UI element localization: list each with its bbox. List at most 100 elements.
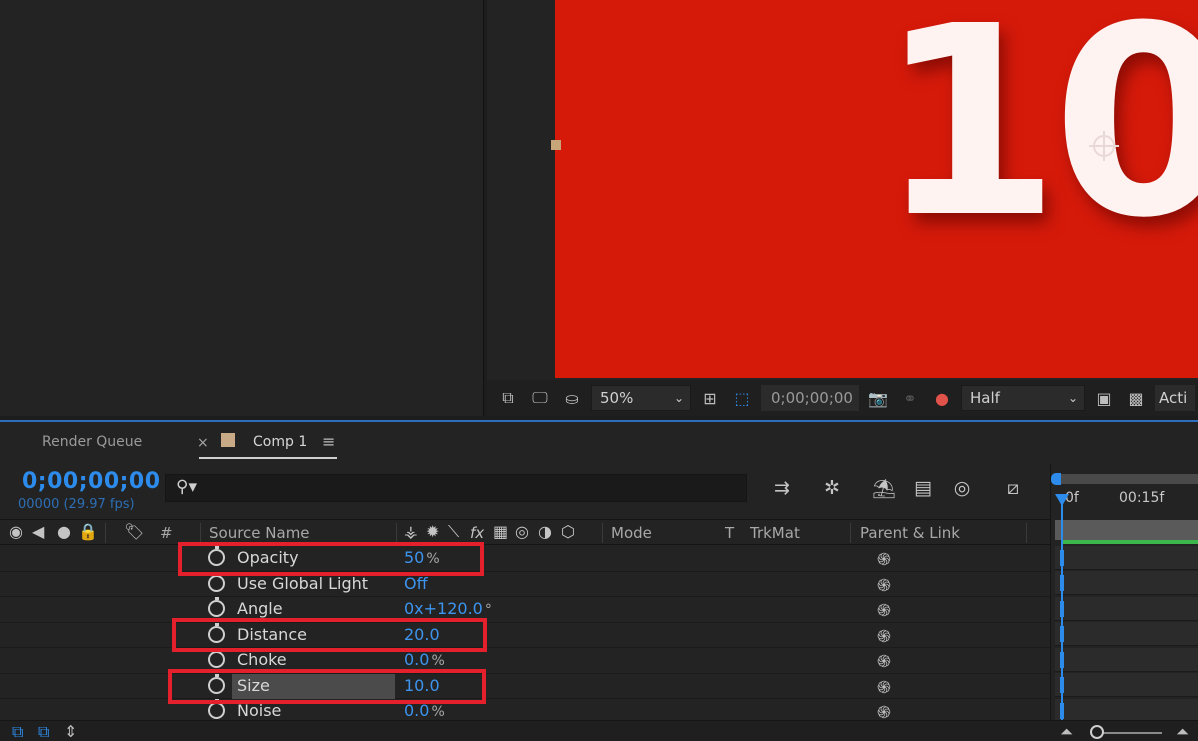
zoom-in-icon[interactable]: ⏶ (1176, 722, 1189, 741)
render-time-toggle-icon[interactable]: ⇕ (64, 722, 77, 741)
motion-blur-switch-icon[interactable]: ◎ (515, 522, 529, 541)
column-track-matte[interactable]: TrkMat (750, 524, 800, 542)
keyframe-marker[interactable] (1060, 652, 1064, 668)
comp-flowchart-icon[interactable]: ⇉ (768, 474, 796, 502)
monitor-icon[interactable]: 🖵 (527, 385, 553, 411)
property-row-angle[interactable]: Angle 0x+120.0 ° ֍ (0, 597, 1050, 623)
timeline-panel: Render Queue × Comp 1 ≡ 0;00;00;00 00000… (0, 420, 1198, 741)
pick-whip-icon[interactable]: ֍ (877, 598, 891, 621)
lock-icon[interactable]: 🔒 (78, 522, 98, 541)
pick-whip-icon[interactable]: ֍ (877, 624, 891, 647)
panel-menu-icon[interactable]: ≡ (322, 432, 335, 451)
adjustment-layer-icon[interactable]: ◑ (538, 522, 552, 541)
pick-whip-icon[interactable]: ֍ (877, 675, 891, 698)
quality-switch-icon[interactable]: ⟍ (448, 522, 459, 542)
keyframe-marker[interactable] (1060, 601, 1064, 617)
stopwatch-icon[interactable] (208, 699, 225, 719)
property-row-use-global-light[interactable]: Use Global Light Off ֍ (0, 571, 1050, 597)
video-visibility-icon[interactable]: ◉ (9, 522, 23, 541)
highlight-box-opacity (178, 542, 484, 576)
property-value[interactable]: 0.0% (404, 650, 445, 669)
pick-whip-icon[interactable]: ֍ (877, 649, 891, 672)
column-mode[interactable]: Mode (611, 524, 652, 542)
frame-blending-icon[interactable]: ▤ (909, 474, 937, 502)
column-separator (105, 523, 106, 543)
property-value[interactable]: 0x+120.0 ° (404, 599, 492, 618)
keyframe-marker[interactable] (1060, 677, 1064, 693)
color-channels-icon[interactable]: ● (929, 385, 955, 411)
work-area-bar[interactable] (1055, 474, 1198, 484)
timeline-tab-bar: Render Queue × Comp 1 ≡ (0, 422, 1198, 464)
column-separator (602, 523, 603, 543)
resolution-value: Half (970, 389, 1000, 407)
layer-duration-bar[interactable] (1055, 520, 1198, 540)
column-preserve-transparency[interactable]: T (725, 524, 734, 542)
current-time-display[interactable]: 0;00;00;00 (22, 469, 161, 494)
region-of-interest-icon[interactable]: ⬚ (729, 385, 755, 411)
keyframe-marker[interactable] (1060, 703, 1064, 719)
property-row-distance[interactable]: Distance 20.0 ֍ (0, 622, 1050, 648)
mask-visibility-icon[interactable]: ⛀ (559, 385, 585, 411)
layer-search-input[interactable]: ⚲▾ (165, 474, 747, 502)
transparency-grid-icon[interactable]: ▩ (1123, 385, 1149, 411)
stopwatch-icon[interactable] (208, 648, 225, 668)
solo-icon[interactable]: ● (57, 522, 71, 541)
frame-blend-switch-icon[interactable]: ▦ (493, 522, 508, 541)
value-unit: % (431, 653, 445, 669)
value-text[interactable]: 0.0 (404, 650, 429, 669)
property-row-size[interactable]: Size 10.0 ֍ (0, 673, 1050, 699)
stopwatch-icon[interactable] (208, 597, 225, 617)
pick-whip-icon[interactable]: ֍ (877, 573, 891, 596)
tab-render-queue[interactable]: Render Queue (42, 434, 142, 450)
fast-previews-icon[interactable]: ▣ (1091, 385, 1117, 411)
time-zoom-slider-knob[interactable] (1090, 725, 1104, 739)
property-value[interactable]: Off (404, 574, 430, 593)
keyframe-marker[interactable] (1060, 626, 1064, 642)
layer-bounding-handle[interactable] (551, 140, 561, 150)
time-graph[interactable]: 0f 00:15f (1050, 464, 1198, 741)
column-source-name[interactable]: Source Name (209, 524, 310, 542)
keyframe-marker[interactable] (1060, 575, 1064, 591)
audio-icon[interactable]: ◀ (32, 522, 44, 541)
modes-toggle-icon[interactable]: ⧉ (38, 722, 49, 741)
grid-guides-icon[interactable]: ⊞ (697, 385, 723, 411)
viewer-toolbar: ⧉ 🖵 ⛀ 50% ⌄ ⊞ ⬚ 0;00;00;00 📷 ⚭ ● Half ⌄ … (487, 380, 1198, 416)
anchor-point-crosshair-icon[interactable] (1089, 131, 1119, 161)
column-separator (850, 523, 851, 543)
magnification-value: 50% (600, 389, 634, 407)
collapse-transform-icon[interactable]: ✹ (426, 522, 439, 541)
timeline-bottom-bar: ⧉ ⧉ ⇕ ⏶ ⏶ (0, 720, 1198, 741)
motion-blur-icon[interactable]: ◎ (948, 474, 976, 502)
show-snapshot-icon[interactable]: ⚭ (897, 385, 923, 411)
3d-layer-icon[interactable]: ⬡ (561, 522, 575, 541)
layer-switches-toggle-icon[interactable]: ⧉ (12, 722, 23, 741)
camera-snapshot-icon[interactable]: 📷 (865, 385, 891, 411)
text-layer-digits[interactable]: 10 (878, 0, 1198, 254)
property-row-choke[interactable]: Choke 0.0% ֍ (0, 648, 1050, 674)
always-preview-icon[interactable]: ⧉ (495, 385, 521, 411)
active-camera-select[interactable]: Acti (1155, 385, 1195, 411)
tab-comp-1[interactable]: Comp 1 (253, 434, 307, 450)
magnification-select[interactable]: 50% ⌄ (591, 385, 691, 411)
draft-3d-icon[interactable]: ✲ (818, 474, 846, 502)
column-layer-number[interactable]: # (160, 524, 173, 542)
pick-whip-icon[interactable]: ֍ (877, 547, 891, 570)
value-text[interactable]: 0x+120.0 (404, 599, 483, 618)
composition-canvas[interactable]: 10 (555, 0, 1198, 378)
hide-shy-layers-icon[interactable]: ⛱ (870, 474, 898, 502)
graph-editor-icon[interactable]: ⧄ (999, 474, 1027, 502)
stopwatch-icon[interactable] (208, 571, 225, 592)
close-tab-icon[interactable]: × (197, 435, 209, 451)
property-row-opacity[interactable]: Opacity 50% ֍ (0, 546, 1050, 572)
zoom-out-icon[interactable]: ⏶ (1060, 722, 1073, 741)
work-area-start-handle[interactable] (1051, 473, 1061, 485)
value-text[interactable]: Off (404, 574, 428, 593)
keyframe-marker[interactable] (1060, 550, 1064, 566)
current-time-field[interactable]: 0;00;00;00 (761, 385, 859, 411)
layer-in-out-bar[interactable] (1061, 540, 1198, 544)
resolution-select[interactable]: Half ⌄ (961, 385, 1085, 411)
effects-switch-icon[interactable]: fx (470, 524, 484, 542)
shy-switch-icon[interactable]: ⚶ (404, 522, 418, 541)
label-tag-icon[interactable]: 🏷 (124, 522, 144, 541)
column-parent-link[interactable]: Parent & Link (860, 524, 960, 542)
